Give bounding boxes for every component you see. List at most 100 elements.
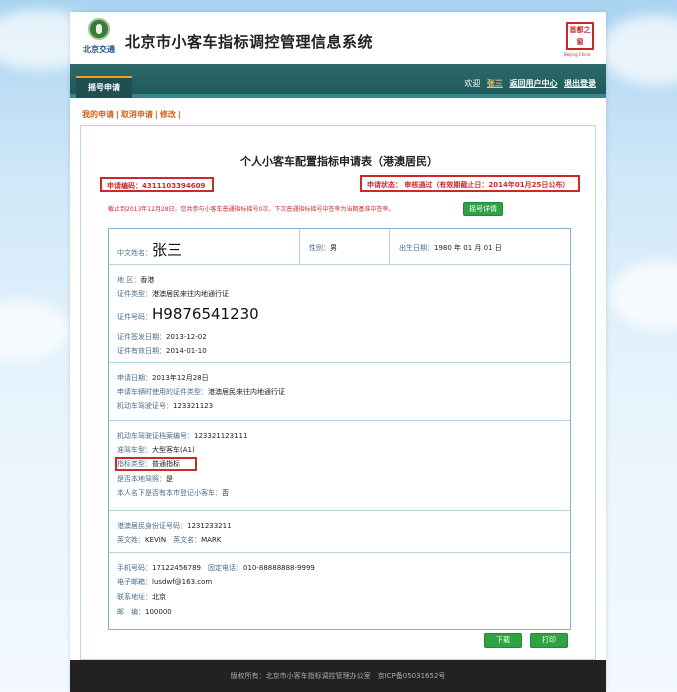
email-field: 电子邮箱：lusdwf@163.com: [117, 577, 212, 587]
gender-label: 性别：: [309, 244, 330, 252]
logo-emblem-icon: [88, 18, 110, 40]
cloud-decoration: [600, 15, 677, 85]
lottery-detail-button[interactable]: 摇号详情: [463, 202, 503, 216]
vehicle-license-field: 机动车驾驶证档案编号：123321123111: [117, 431, 247, 441]
apply-info-row: 申请日期：2013年12月28日 申请车辆时使用的证件类型：港澳居民来往内地通行…: [109, 363, 570, 421]
used-doc-value: 港澳居民来往内地通行证: [208, 388, 285, 396]
username-link[interactable]: 张三: [487, 79, 503, 88]
pass-number-value: 1231233211: [187, 522, 232, 530]
region-value: 香港: [140, 276, 155, 284]
seal-text: 首都之窗: [569, 26, 591, 46]
site-header: 北京交通 北京市小客车指标调控管理信息系统 首都之窗 Beijing China: [70, 12, 606, 64]
logout-link[interactable]: 退出登录: [564, 79, 596, 88]
document-info-row: 地 区：香港 证件类型：港澳居民来往内地通行证 证件号码：H9876541230…: [109, 265, 570, 363]
cloud-decoration: [610, 260, 677, 330]
license-label: 机动车驾驶证号：: [117, 402, 173, 410]
cancel-application-link[interactable]: 取消申请: [121, 110, 153, 119]
license-field: 机动车驾驶证号：123321123: [117, 401, 213, 411]
mobile-field: 手机号码：17122456789 固定电话：010-88888888-9999: [117, 563, 315, 573]
english-surname-value: KEVIN: [145, 536, 167, 544]
address-label: 联系地址：: [117, 593, 152, 601]
car-type-field: 准驾车型：大型客车(A1): [117, 445, 195, 455]
quota-type-label: 指标类型：: [117, 460, 152, 468]
logo-text: 北京交通: [83, 45, 115, 54]
system-title: 北京市小客车指标调控管理信息系统: [125, 33, 374, 51]
used-doc-field: 申请车辆时使用的证件类型：港澳居民来往内地通行证: [117, 387, 285, 397]
user-links: 欢迎 张三 返回用户中心 退出登录: [460, 78, 596, 89]
birth-date-label: 出生日期：: [399, 244, 434, 252]
action-breadcrumb: 我的申请 | 取消申请 | 修改 |: [82, 110, 181, 119]
tab-lottery-application[interactable]: 摇号申请: [76, 76, 132, 98]
has-car-label: 本人名下是否有本市登记小客车：: [117, 489, 222, 497]
site-footer: 版权所有：北京市小客车指标调控管理办公室 京ICP备05031652号: [70, 660, 606, 692]
apply-date-field: 申请日期：2013年12月28日: [117, 373, 209, 383]
postcode-value: 100000: [145, 608, 172, 616]
modify-link[interactable]: 修改: [160, 110, 176, 119]
cloud-decoration: [0, 300, 70, 360]
chinese-name-value: 张三: [152, 241, 183, 259]
doc-type-field: 证件类型：港澳居民来往内地通行证: [117, 289, 229, 299]
chinese-name-label: 中文姓名：: [117, 249, 152, 257]
doc-number-value: H9876541230: [152, 305, 259, 323]
my-application-link[interactable]: 我的申请: [82, 110, 114, 119]
doc-number-label: 证件号码：: [117, 313, 152, 321]
quota-type-value: 普通指标: [152, 460, 180, 468]
expire-date-field: 证件有效日期：2014-01-10: [117, 346, 207, 356]
issue-date-field: 证件签发日期：2013-12-02: [117, 332, 207, 342]
english-surname-label: 英文姓：: [117, 536, 145, 544]
english-given-value: MARK: [201, 536, 222, 544]
doc-type-label: 证件类型：: [117, 290, 152, 298]
apply-date-label: 申请日期：: [117, 374, 152, 382]
local-license-label: 是否本地驾照：: [117, 475, 166, 483]
application-status: 申请状态： 审核通过（有效期截止日：2014年01月25日公布）: [360, 175, 580, 192]
postcode-label: 邮 编：: [117, 608, 145, 616]
identity-info-row: 港澳居民身份证号码：1231233211 英文姓：KEVIN 英文名：MARK: [109, 511, 570, 553]
pass-number-field: 港澳居民身份证号码：1231233211: [117, 521, 232, 531]
address-value: 北京: [152, 593, 166, 601]
vehicle-license-value: 123321123111: [194, 432, 248, 440]
application-panel: 个人小客车配置指标申请表（港澳居民） 申请编码：4311103394609 申请…: [80, 125, 596, 660]
beijing-traffic-logo[interactable]: 北京交通: [80, 18, 118, 60]
has-car-value: 否: [222, 489, 229, 497]
mobile-value: 17122456789: [152, 564, 201, 572]
birth-date-value: 1980 年 01 月 01 日: [434, 244, 502, 252]
address-field: 联系地址：北京: [117, 592, 166, 602]
birth-date-field: 出生日期：1980 年 01 月 01 日: [399, 243, 502, 253]
pass-number-label: 港澳居民身份证号码：: [117, 522, 187, 530]
seal-subtitle: Beijing China: [564, 52, 591, 57]
contact-info-row: 手机号码：17122456789 固定电话：010-88888888-9999 …: [109, 553, 570, 629]
car-type-value: 大型客车(A1): [152, 446, 195, 454]
postcode-field: 邮 编：100000: [117, 607, 172, 617]
capital-window-seal[interactable]: 首都之窗: [566, 22, 594, 50]
phone-value: 010-88888888-9999: [243, 564, 315, 572]
has-car-field: 本人名下是否有本市登记小客车：否: [117, 488, 229, 498]
email-value: lusdwf@163.com: [152, 578, 213, 586]
main-navbar: 摇号申请 欢迎 张三 返回用户中心 退出登录: [70, 64, 606, 98]
doc-number-field: 证件号码：H9876541230: [117, 305, 259, 323]
apply-date-value: 2013年12月28日: [152, 374, 209, 382]
mobile-label: 手机号码：: [117, 564, 152, 572]
english-given-label: 英文名：: [173, 536, 202, 544]
download-button[interactable]: 下载: [484, 633, 522, 648]
phone-label: 固定电话：: [208, 564, 243, 572]
local-license-field: 是否本地驾照：是: [117, 474, 173, 484]
basic-info-row: 中文姓名：张三 性别：男 出生日期：1980 年 01 月 01 日: [109, 229, 570, 265]
license-value: 123321123: [173, 402, 214, 410]
driving-info-row: 机动车驾驶证档案编号：123321123111 准驾车型：大型客车(A1) 指标…: [109, 421, 570, 511]
gender-field: 性别：男: [309, 243, 337, 253]
vehicle-license-label: 机动车驾驶证档案编号：: [117, 432, 194, 440]
welcome-text: 欢迎: [464, 79, 481, 88]
applicant-info-card: 中文姓名：张三 性别：男 出生日期：1980 年 01 月 01 日 地 区：香…: [108, 228, 571, 630]
print-button[interactable]: 打印: [530, 633, 568, 648]
car-type-label: 准驾车型：: [117, 446, 152, 454]
lottery-notice: 截止到2013年12月28日，您共参与小客车普通指标摇号0次，下次普通指标摇号中…: [108, 206, 395, 213]
gender-value: 男: [330, 244, 337, 252]
return-user-center-link[interactable]: 返回用户中心: [509, 79, 557, 88]
region-label: 地 区：: [117, 276, 141, 284]
page-container: 北京交通 北京市小客车指标调控管理信息系统 首都之窗 Beijing China…: [70, 12, 606, 692]
expire-date-value: 2014-01-10: [166, 347, 207, 355]
issue-date-value: 2013-12-02: [166, 333, 207, 341]
doc-type-value: 港澳居民来往内地通行证: [152, 290, 229, 298]
email-label: 电子邮箱：: [117, 578, 152, 586]
chinese-name-field: 中文姓名：张三: [117, 239, 182, 260]
